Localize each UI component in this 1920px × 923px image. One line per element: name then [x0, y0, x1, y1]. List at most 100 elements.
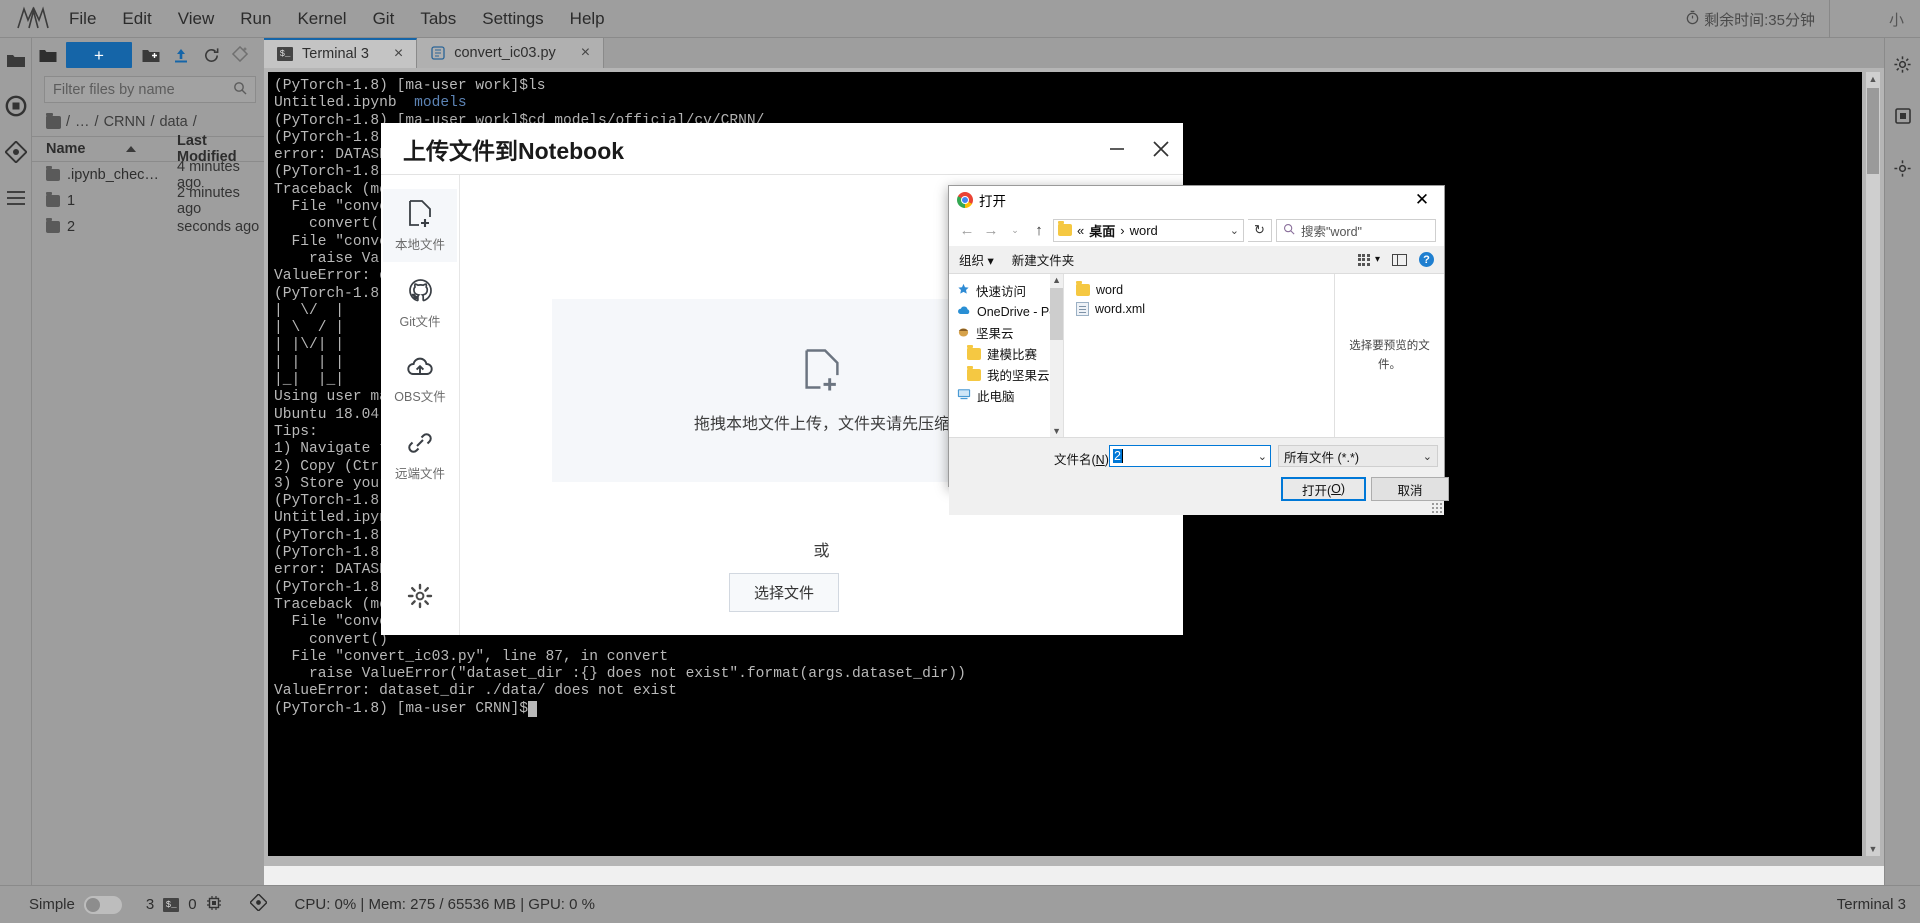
this-pc-icon — [957, 388, 971, 403]
jupyter-logo-icon — [10, 4, 56, 34]
new-launcher-button[interactable]: + — [66, 42, 132, 68]
tab-terminal-3[interactable]: $_ Terminal 3 × — [264, 38, 418, 68]
tab-convert-ic03-py[interactable]: convert_ic03.py × — [417, 38, 605, 68]
onedrive-icon — [957, 305, 971, 319]
folder-icon — [46, 218, 60, 233]
breadcrumb-root[interactable]: / — [66, 114, 70, 130]
folder-icon — [1076, 280, 1090, 296]
extension-icon[interactable] — [1891, 104, 1915, 128]
win-dialog-navbar: ← → ⌄ ↑ « 桌面 › word ⌄ ↻ 搜索"word" — [949, 214, 1444, 246]
file-row[interactable]: 1 2 minutes ago — [32, 185, 264, 217]
minimize-icon[interactable] — [1095, 127, 1139, 171]
menu-view[interactable]: View — [165, 5, 228, 33]
choose-file-button[interactable]: 选择文件 — [729, 573, 839, 612]
source-local-file[interactable]: 本地文件 — [383, 189, 457, 262]
terminal-scrollbar[interactable]: ▲ ▼ — [1866, 72, 1880, 856]
simple-mode-toggle[interactable] — [83, 895, 122, 914]
filename-input[interactable]: 2 ⌄ — [1109, 445, 1271, 467]
preview-pane: 选择要预览的文件。 — [1334, 274, 1444, 437]
scroll-down-icon[interactable]: ▼ — [1869, 842, 1878, 856]
filetype-select[interactable]: 所有文件 (*.*) ⌄ — [1278, 445, 1438, 467]
sort-ascending-icon — [125, 146, 136, 152]
close-icon[interactable]: × — [565, 44, 590, 62]
property-icon[interactable] — [1891, 156, 1915, 180]
nav-item-quick-access[interactable]: 快速访问 — [949, 280, 1063, 301]
nav-item-onedrive[interactable]: OneDrive - Pers — [949, 301, 1063, 322]
chevron-down-icon[interactable]: ⌄ — [1258, 450, 1267, 463]
cancel-button[interactable]: 取消 — [1371, 477, 1449, 501]
file-item[interactable]: word — [1076, 280, 1334, 299]
git-icon[interactable] — [4, 140, 28, 164]
menu-help[interactable]: Help — [557, 5, 618, 33]
menu-file[interactable]: File — [56, 5, 109, 33]
path-part-word[interactable]: word — [1130, 223, 1158, 238]
nav-item-modeling-contest[interactable]: 建模比赛 — [949, 343, 1063, 364]
scroll-up-icon[interactable]: ▲ — [1052, 275, 1061, 285]
scrollbar-thumb[interactable] — [1867, 88, 1879, 174]
filter-files-input[interactable]: Filter files by name — [44, 76, 256, 103]
refresh-icon[interactable]: ↻ — [1248, 218, 1272, 242]
source-obs-file[interactable]: OBS文件 — [383, 345, 457, 414]
gear-icon[interactable] — [406, 582, 434, 615]
menu-run[interactable]: Run — [227, 5, 284, 33]
scroll-down-icon[interactable]: ▼ — [1052, 426, 1061, 436]
folder-icon[interactable] — [4, 48, 28, 72]
commands-icon[interactable] — [4, 186, 28, 210]
chevron-down-icon[interactable]: ⌄ — [1005, 225, 1025, 236]
file-plus-icon — [407, 199, 433, 230]
new-checkpoint-icon[interactable] — [230, 45, 252, 65]
refresh-icon[interactable] — [200, 45, 222, 65]
scrollbar-thumb[interactable] — [1050, 288, 1063, 340]
grid-view-icon[interactable] — [1357, 253, 1370, 266]
left-activity-bar — [0, 38, 32, 904]
source-git-file[interactable]: Git文件 — [383, 268, 457, 339]
nav-item-nutstore[interactable]: 坚果云 — [949, 322, 1063, 343]
resize-grip-icon[interactable] — [1432, 503, 1442, 513]
close-icon[interactable]: × — [378, 45, 403, 63]
running-icon[interactable] — [4, 94, 28, 118]
open-button[interactable]: 打开(O) — [1281, 477, 1366, 501]
close-icon[interactable]: ✕ — [1408, 190, 1436, 210]
breadcrumb-data[interactable]: data — [159, 114, 187, 130]
chevron-down-icon[interactable]: ⌄ — [1230, 224, 1239, 237]
nav-item-label: 建模比赛 — [987, 348, 1038, 362]
preview-pane-icon[interactable] — [1392, 253, 1407, 266]
breadcrumb-crnn[interactable]: CRNN — [104, 114, 146, 130]
nav-pane-scrollbar[interactable]: ▲ ▼ — [1050, 274, 1063, 437]
file-name-text: 1 — [67, 193, 76, 209]
menu-kernel[interactable]: Kernel — [284, 5, 359, 33]
menu-edit[interactable]: Edit — [109, 5, 164, 33]
new-folder-icon[interactable] — [140, 45, 162, 65]
settings-icon[interactable] — [1891, 52, 1915, 76]
address-bar[interactable]: « 桌面 › word ⌄ — [1053, 218, 1244, 242]
source-local-label: 本地文件 — [394, 238, 445, 252]
arrow-left-icon[interactable]: ← — [957, 222, 977, 239]
nav-item-my-nutstore[interactable]: 我的坚果云 — [949, 364, 1063, 385]
new-folder-button[interactable]: 新建文件夹 — [1012, 250, 1075, 269]
search-input[interactable]: 搜索"word" — [1276, 218, 1436, 242]
arrow-up-icon[interactable]: ↑ — [1029, 222, 1049, 239]
upload-icon[interactable] — [170, 45, 192, 65]
file-item[interactable]: word.xml — [1076, 299, 1334, 318]
path-part-desktop[interactable]: 桌面 — [1089, 221, 1115, 240]
scroll-up-icon[interactable]: ▲ — [1869, 72, 1878, 86]
menu-git[interactable]: Git — [360, 5, 408, 33]
win-dialog-toolbar: 组织 ▾ 新建文件夹 ▾ ? — [949, 246, 1444, 274]
arrow-right-icon[interactable]: → — [981, 222, 1001, 239]
breadcrumb[interactable]: / … / CRNN / data / — [32, 109, 264, 136]
column-header-name-wrap[interactable]: Name — [32, 141, 177, 157]
link-icon — [407, 430, 433, 459]
caret-down-icon: ▾ — [987, 254, 994, 268]
source-remote-file[interactable]: 远端文件 — [383, 420, 457, 491]
breadcrumb-ellipsis[interactable]: … — [75, 114, 90, 130]
file-row[interactable]: 2 seconds ago — [32, 214, 264, 240]
caret-down-icon[interactable]: ▾ — [1375, 254, 1380, 265]
git-icon[interactable] — [248, 893, 268, 915]
help-icon[interactable]: ? — [1419, 252, 1434, 267]
organize-button[interactable]: 组织 ▾ — [959, 250, 994, 269]
source-remote-label: 远端文件 — [394, 467, 445, 481]
nav-item-this-pc[interactable]: 此电脑 — [949, 385, 1063, 406]
close-icon[interactable] — [1139, 127, 1183, 171]
menu-settings[interactable]: Settings — [469, 5, 556, 33]
menu-tabs[interactable]: Tabs — [407, 5, 469, 33]
